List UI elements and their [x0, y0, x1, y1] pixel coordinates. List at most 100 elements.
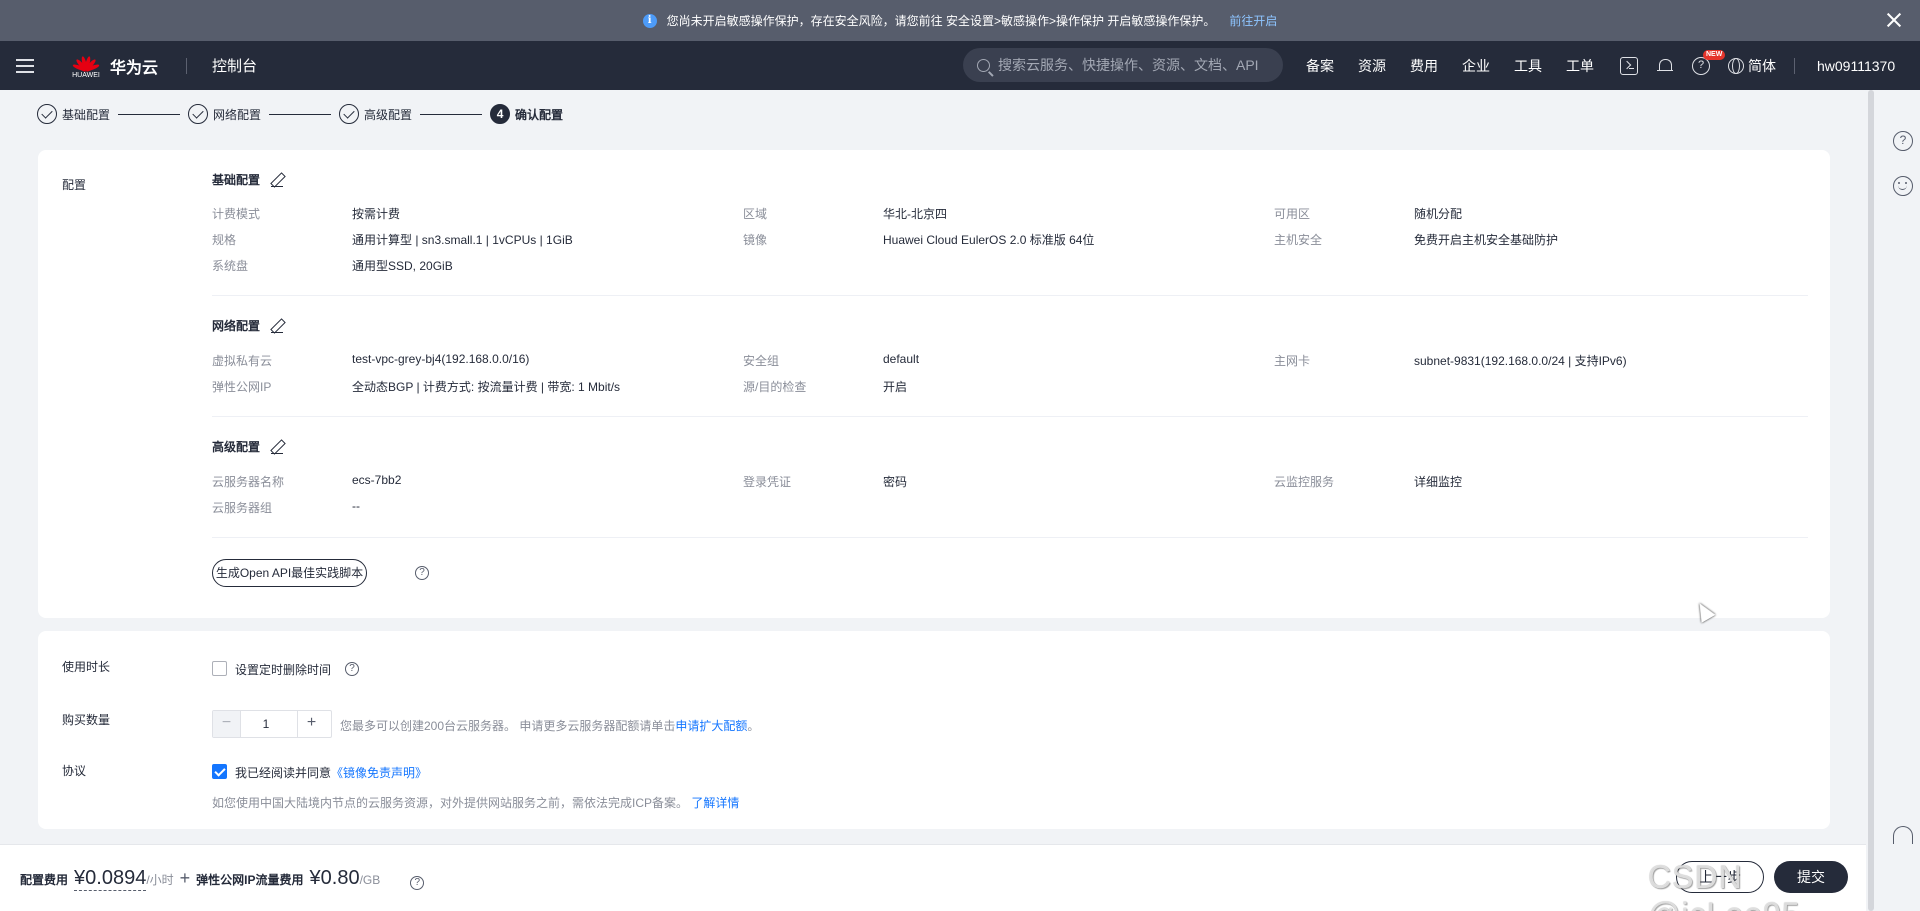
kv-value: ecs-7bb2: [352, 473, 402, 487]
menu-icon[interactable]: [16, 58, 34, 73]
help-icon[interactable]: ?: [410, 876, 425, 890]
cloud-shell-icon[interactable]: [1620, 56, 1638, 75]
kv-key: 系统盘: [212, 259, 249, 273]
step-connector: [269, 113, 332, 115]
kv-key: 主网卡: [1274, 354, 1311, 368]
image-disclaimer-link[interactable]: 《镜像免责声明》: [331, 766, 427, 780]
divider: [212, 416, 1808, 417]
kv-value: 华北-北京四: [883, 207, 947, 221]
kv-key: 规格: [212, 233, 237, 247]
generate-api-script-button[interactable]: 生成Open API最佳实践脚本: [212, 559, 367, 587]
config-summary-card: 配置 基础配置 计费模式 按需计费 区域 华北-北京四 可用区 随机分配 规格 通用计算…: [38, 150, 1830, 618]
agreement-text: 我已经阅读并同意《镜像免责声明》: [235, 764, 427, 781]
agreement-text-label: 我已经阅读并同意: [235, 766, 332, 780]
step-connector: [118, 113, 181, 115]
huawei-cloud-logo[interactable]: HUAWEI 华为云: [72, 51, 158, 81]
help-icon[interactable]: ?: [1893, 131, 1913, 151]
help-icon[interactable]: ? NEW: [1692, 49, 1726, 75]
step-number: 4: [490, 104, 511, 124]
kv-value: 详细监控: [1414, 475, 1463, 489]
agreement-label: 协议: [62, 764, 87, 778]
learn-more-link[interactable]: 了解详情: [691, 796, 739, 810]
quantity-stepper[interactable]: − 1 +: [212, 710, 332, 738]
feedback-smile-icon[interactable]: [1893, 176, 1913, 196]
nav-item-enterprise[interactable]: 企业: [1462, 56, 1490, 76]
quantity-value[interactable]: 1: [241, 711, 291, 737]
icp-note-text: 如您使用中国大陆境内节点的云服务资源，对外提供网站服务之前，需依法完成ICP备案…: [212, 796, 689, 810]
step-advanced[interactable]: 高级配置: [339, 104, 412, 124]
group-title-text: 网络配置: [212, 319, 261, 333]
huawei-logo-icon: HUAWEI: [72, 51, 100, 81]
notice-text: 您尚未开启敏感操作保护，存在安全风险，请您前往 安全设置>敏感操作>操作保护 开…: [666, 14, 1216, 28]
config-fee-value[interactable]: ¥0.0894: [74, 867, 147, 891]
nav-item-tools[interactable]: 工具: [1514, 56, 1542, 76]
kv-value: subnet-9831(192.168.0.0/24 | 支持IPv6): [1414, 354, 1627, 368]
kv-value: 按需计费: [352, 207, 401, 221]
nav-item-filing[interactable]: 备案: [1306, 56, 1334, 76]
edit-icon[interactable]: [270, 440, 284, 454]
nav-icons: ? NEW 简体 hw09111370: [1620, 41, 1895, 90]
kv-value: --: [352, 499, 360, 513]
advanced-config-title: 高级配置: [212, 438, 284, 455]
close-icon[interactable]: [1884, 10, 1904, 30]
kv-key: 可用区: [1274, 207, 1311, 221]
scrollbar[interactable]: [1867, 90, 1875, 911]
nav-item-tickets[interactable]: 工单: [1566, 56, 1594, 76]
kv-value: 免费开启主机安全基础防护: [1414, 233, 1559, 247]
kv-value: Huawei Cloud EulerOS 2.0 标准版 64位: [883, 233, 1095, 247]
global-search-input[interactable]: 搜索云服务、快捷操作、资源、文档、API: [963, 48, 1283, 82]
nav-item-resources[interactable]: 资源: [1358, 56, 1386, 76]
config-section-label: 配置: [62, 178, 87, 192]
search-placeholder: 搜索云服务、快捷操作、资源、文档、API: [998, 57, 1259, 73]
step-basic[interactable]: 基础配置: [37, 104, 110, 124]
divider: [212, 295, 1808, 296]
previous-button[interactable]: 上一步: [1676, 861, 1764, 893]
console-link[interactable]: 控制台: [212, 55, 257, 76]
increase-quota-link[interactable]: 申请扩大配额: [675, 719, 747, 733]
kv-value: 全动态BGP | 计费方式: 按流量计费 | 带宽: 1 Mbit/s: [352, 380, 621, 394]
notice-enable-link[interactable]: 前往开启: [1229, 12, 1277, 29]
customer-service-icon[interactable]: [1893, 826, 1913, 844]
kv-key: 云服务器组: [212, 501, 273, 515]
edit-icon[interactable]: [270, 319, 284, 333]
submit-button[interactable]: 提交: [1774, 861, 1848, 893]
help-icon[interactable]: ?: [415, 566, 429, 580]
step-label: 确认配置: [515, 107, 564, 122]
agreement-checkbox[interactable]: [212, 764, 227, 779]
step-network[interactable]: 网络配置: [188, 104, 261, 124]
scrollbar-thumb[interactable]: [1868, 90, 1874, 911]
kv-key: 计费模式: [212, 207, 261, 221]
bell-icon[interactable]: [1656, 57, 1674, 75]
info-icon: i: [642, 13, 657, 28]
kv-value: 通用计算型 | sn3.small.1 | 1vCPUs | 1GiB: [352, 233, 573, 247]
security-notice-bar: i 您尚未开启敏感操作保护，存在安全风险，请您前往 安全设置>敏感操作>操作保护…: [0, 0, 1920, 41]
search-icon: [977, 58, 990, 72]
eip-fee-label: 弹性公网IP流量费用: [196, 873, 304, 887]
edit-icon[interactable]: [270, 173, 284, 187]
help-icon[interactable]: ?: [345, 662, 359, 676]
eip-fee-unit: /GB: [359, 873, 381, 887]
account-menu[interactable]: hw09111370: [1817, 58, 1895, 74]
nav-item-billing[interactable]: 费用: [1410, 56, 1438, 76]
kv-value: 随机分配: [1414, 207, 1463, 221]
config-fee-unit: /小时: [146, 873, 174, 887]
help-glyph: ?: [1697, 58, 1705, 71]
decrement-button[interactable]: −: [213, 711, 241, 737]
auto-delete-checkbox[interactable]: [212, 661, 227, 676]
config-fee-label: 配置费用: [20, 873, 69, 887]
kv-key: 云监控服务: [1274, 475, 1335, 489]
kv-key: 安全组: [743, 354, 780, 368]
logo-brand-text: HUAWEI: [72, 71, 100, 79]
language-label: 简体: [1748, 57, 1776, 74]
price-footer: 配置费用 ¥0.0894 /小时 + 弹性公网IP流量费用 ¥0.80 /GB …: [0, 844, 1866, 911]
check-icon: [188, 104, 209, 124]
purchase-options-card: 使用时长 设置定时删除时间 ? 购买数量 − 1 + 您最多可以创建200台云服…: [38, 631, 1830, 829]
language-switcher[interactable]: 简体: [1728, 56, 1776, 76]
kv-key: 源/目的检查: [743, 380, 807, 394]
kv-key: 镜像: [743, 233, 768, 247]
wizard-steps: 基础配置 网络配置 高级配置 4 确认配置: [37, 104, 563, 124]
increment-button[interactable]: +: [297, 711, 325, 737]
kv-key: 弹性公网IP: [212, 380, 272, 394]
kv-key: 区域: [743, 207, 768, 221]
kv-key: 云服务器名称: [212, 475, 285, 489]
